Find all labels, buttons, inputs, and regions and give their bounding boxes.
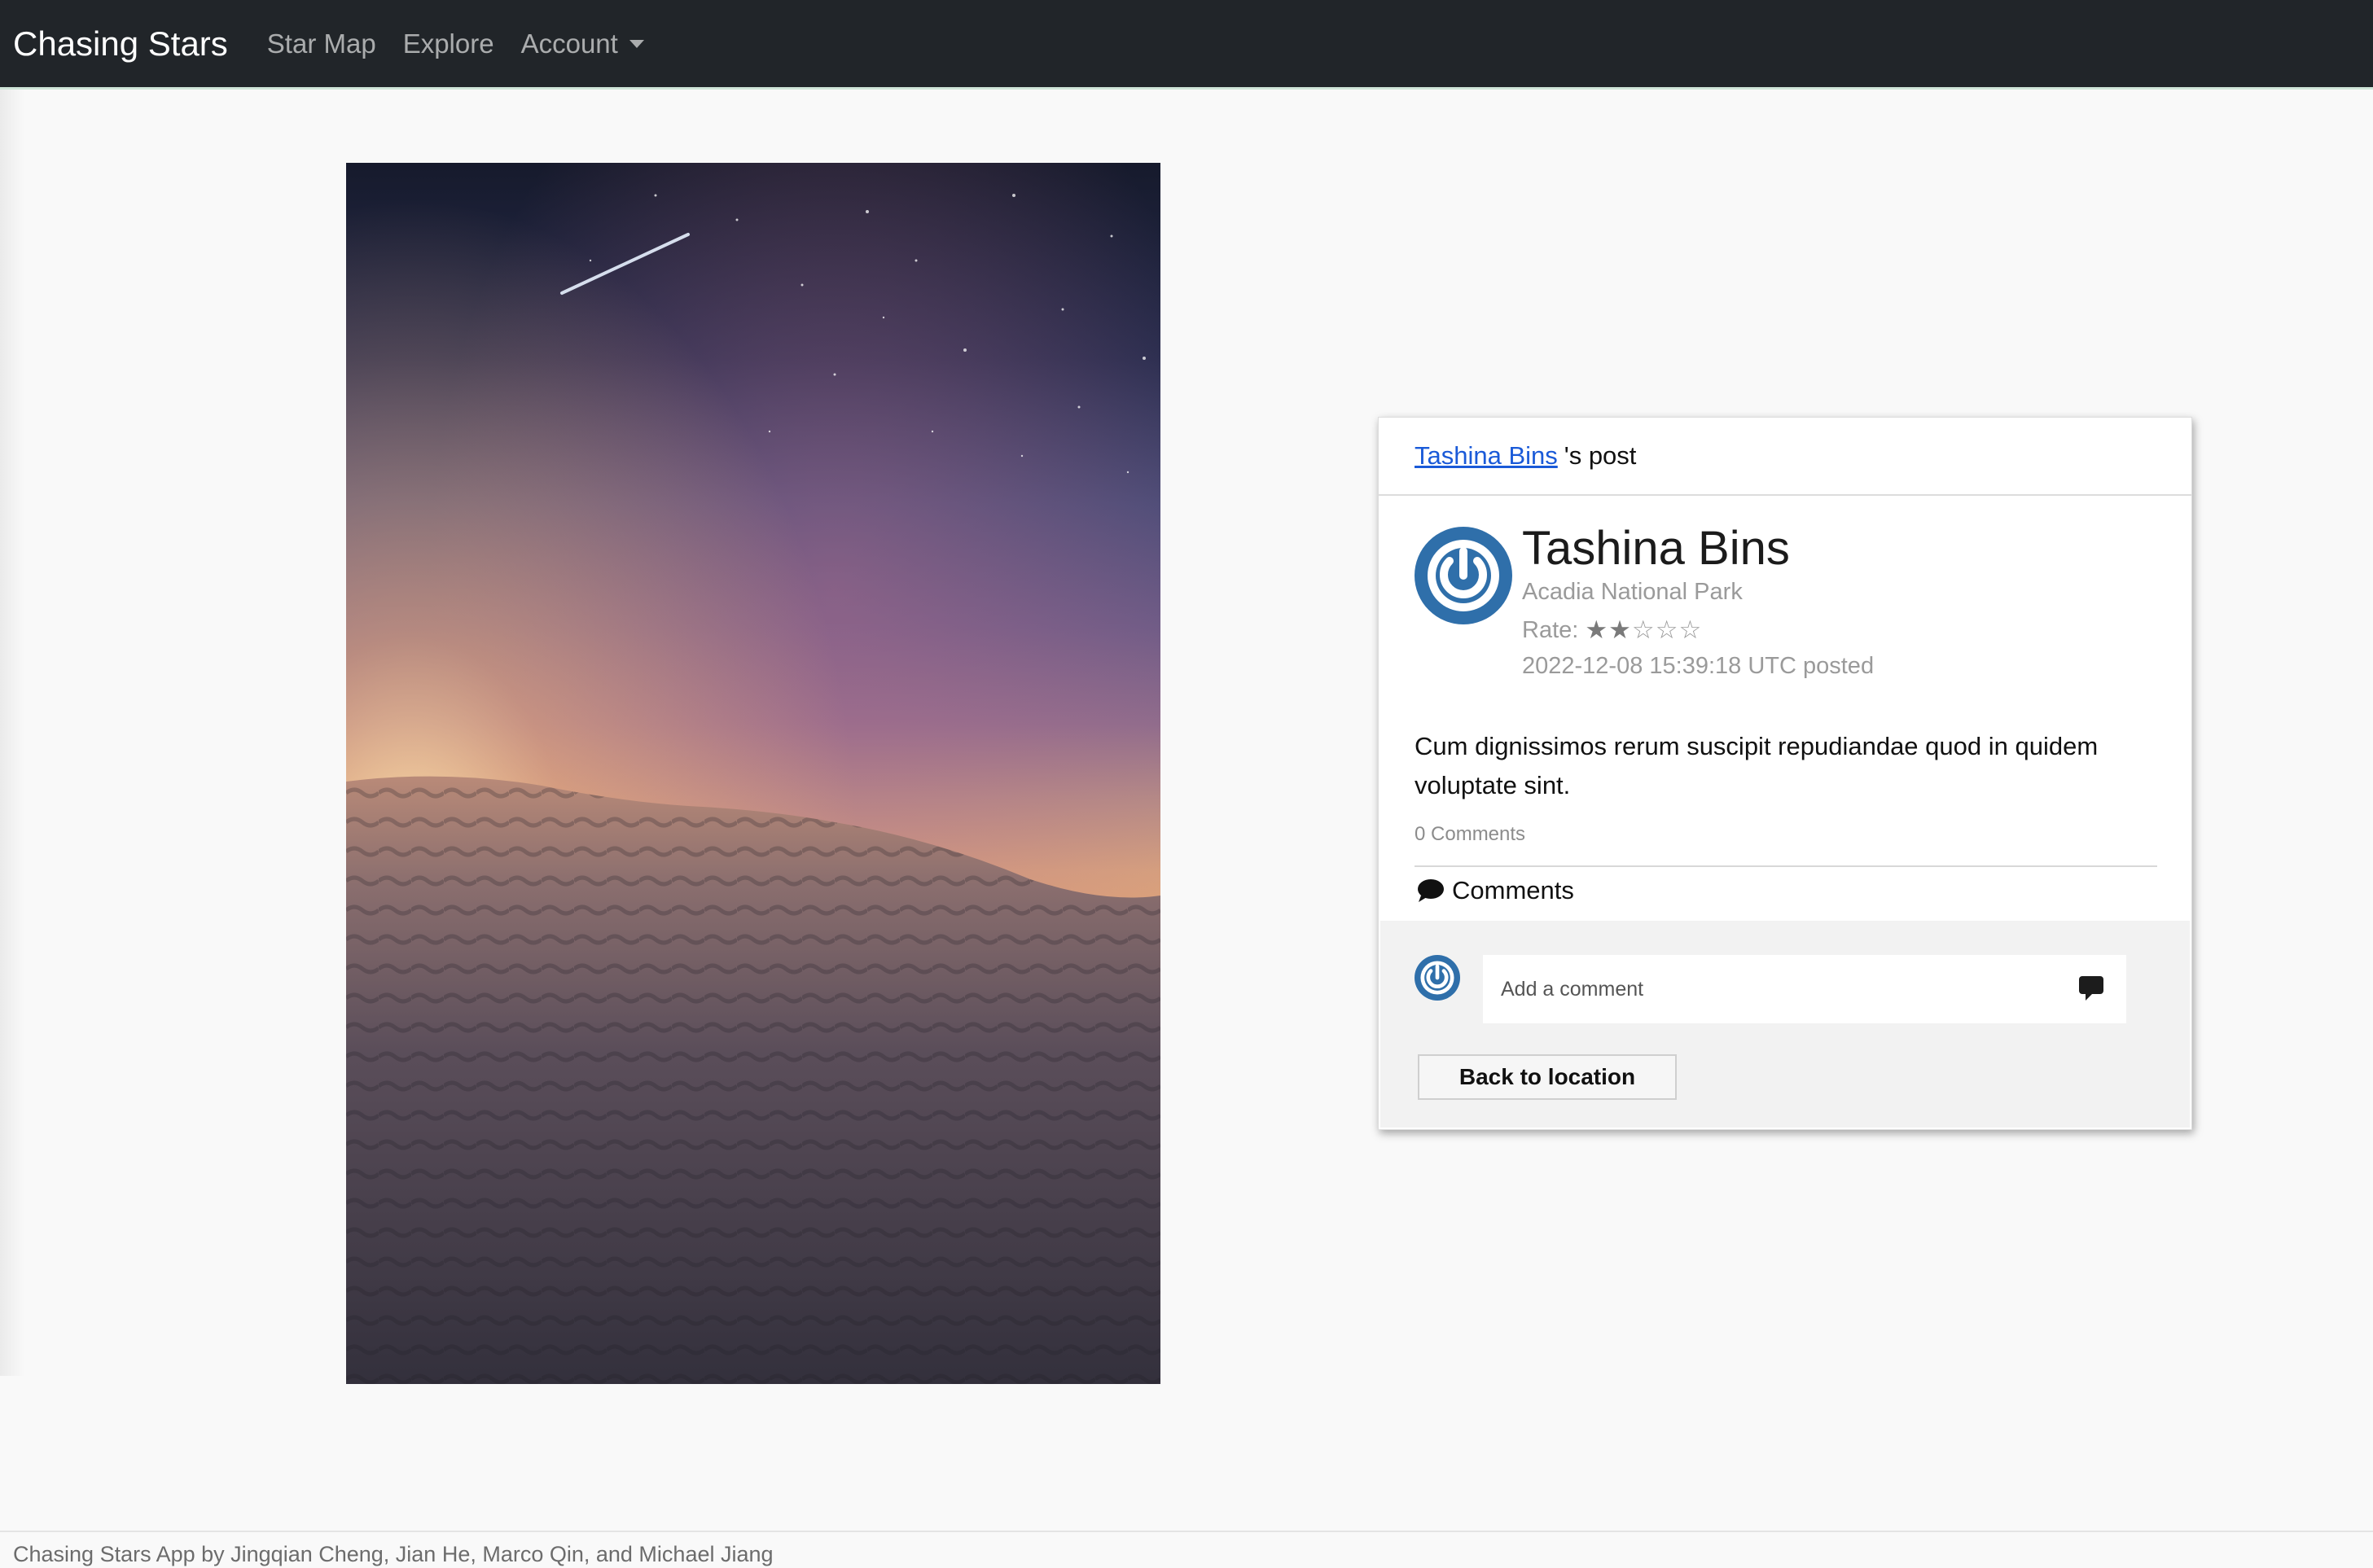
rate-label: Rate: [1522, 616, 1579, 643]
post-location: Acadia National Park [1522, 579, 1743, 605]
star-empty-icon: ☆ [1631, 615, 1656, 644]
power-logo-icon [1420, 961, 1454, 995]
back-to-location-button[interactable]: Back to location [1418, 1054, 1677, 1100]
star-filled-icon: ★ [1585, 615, 1609, 644]
post-rating: Rate: ★★☆☆☆ [1522, 615, 1874, 645]
author-link[interactable]: Tashina Bins [1415, 441, 1558, 471]
post-content: Cum dignissimos rerum suscipit repudiand… [1415, 732, 2099, 799]
comments-heading: Comments [1416, 876, 1574, 905]
nav-link-star-map[interactable]: Star Map [267, 28, 376, 59]
comment-section: Back to location [1380, 921, 2190, 1128]
author-name: Tashina Bins [1522, 522, 1790, 575]
author-avatar[interactable] [1415, 527, 1512, 624]
divider [1415, 865, 2157, 867]
post-card: Tashina Bins 's post Tashina Bins Acadia… [1378, 417, 2192, 1130]
power-logo-icon [1428, 540, 1499, 611]
nav-dropdown-account-label: Account [520, 28, 618, 59]
current-user-avatar [1415, 955, 1460, 1001]
brand-link[interactable]: Chasing Stars [13, 24, 228, 64]
card-header: Tashina Bins 's post [1379, 418, 2191, 496]
caret-down-icon [629, 39, 644, 48]
post-timestamp: 2022-12-08 15:39:18 UTC posted [1522, 653, 1875, 679]
author-profile: Tashina Bins Acadia National Park Rate: … [1415, 523, 1875, 680]
rating-stars: ★★☆☆☆ [1585, 615, 1702, 645]
star-filled-icon: ★ [1608, 615, 1632, 644]
comment-count: 0 Comments [1415, 823, 1526, 845]
navbar: Chasing Stars Star Map Explore Account [0, 0, 2373, 90]
comment-icon [1418, 879, 1444, 902]
star-empty-icon: ☆ [1655, 615, 1679, 644]
post-header-suffix: 's post [1564, 441, 1637, 470]
comment-input[interactable] [1483, 955, 2126, 1023]
send-comment-icon[interactable] [2077, 975, 2105, 1002]
comment-input-wrapper [1483, 955, 2126, 1023]
post-photo [346, 163, 1160, 1384]
star-empty-icon: ☆ [1678, 615, 1703, 644]
comments-title: Comments [1452, 876, 1574, 904]
author-details: Tashina Bins Acadia National Park Rate: … [1522, 523, 1875, 680]
side-shadow [0, 90, 24, 1376]
footer-divider [0, 1531, 2373, 1532]
footer-credits: Chasing Stars App by Jingqian Cheng, Jia… [13, 1542, 774, 1566]
nav-link-explore[interactable]: Explore [403, 28, 494, 59]
nav-dropdown-account[interactable]: Account [521, 28, 644, 59]
